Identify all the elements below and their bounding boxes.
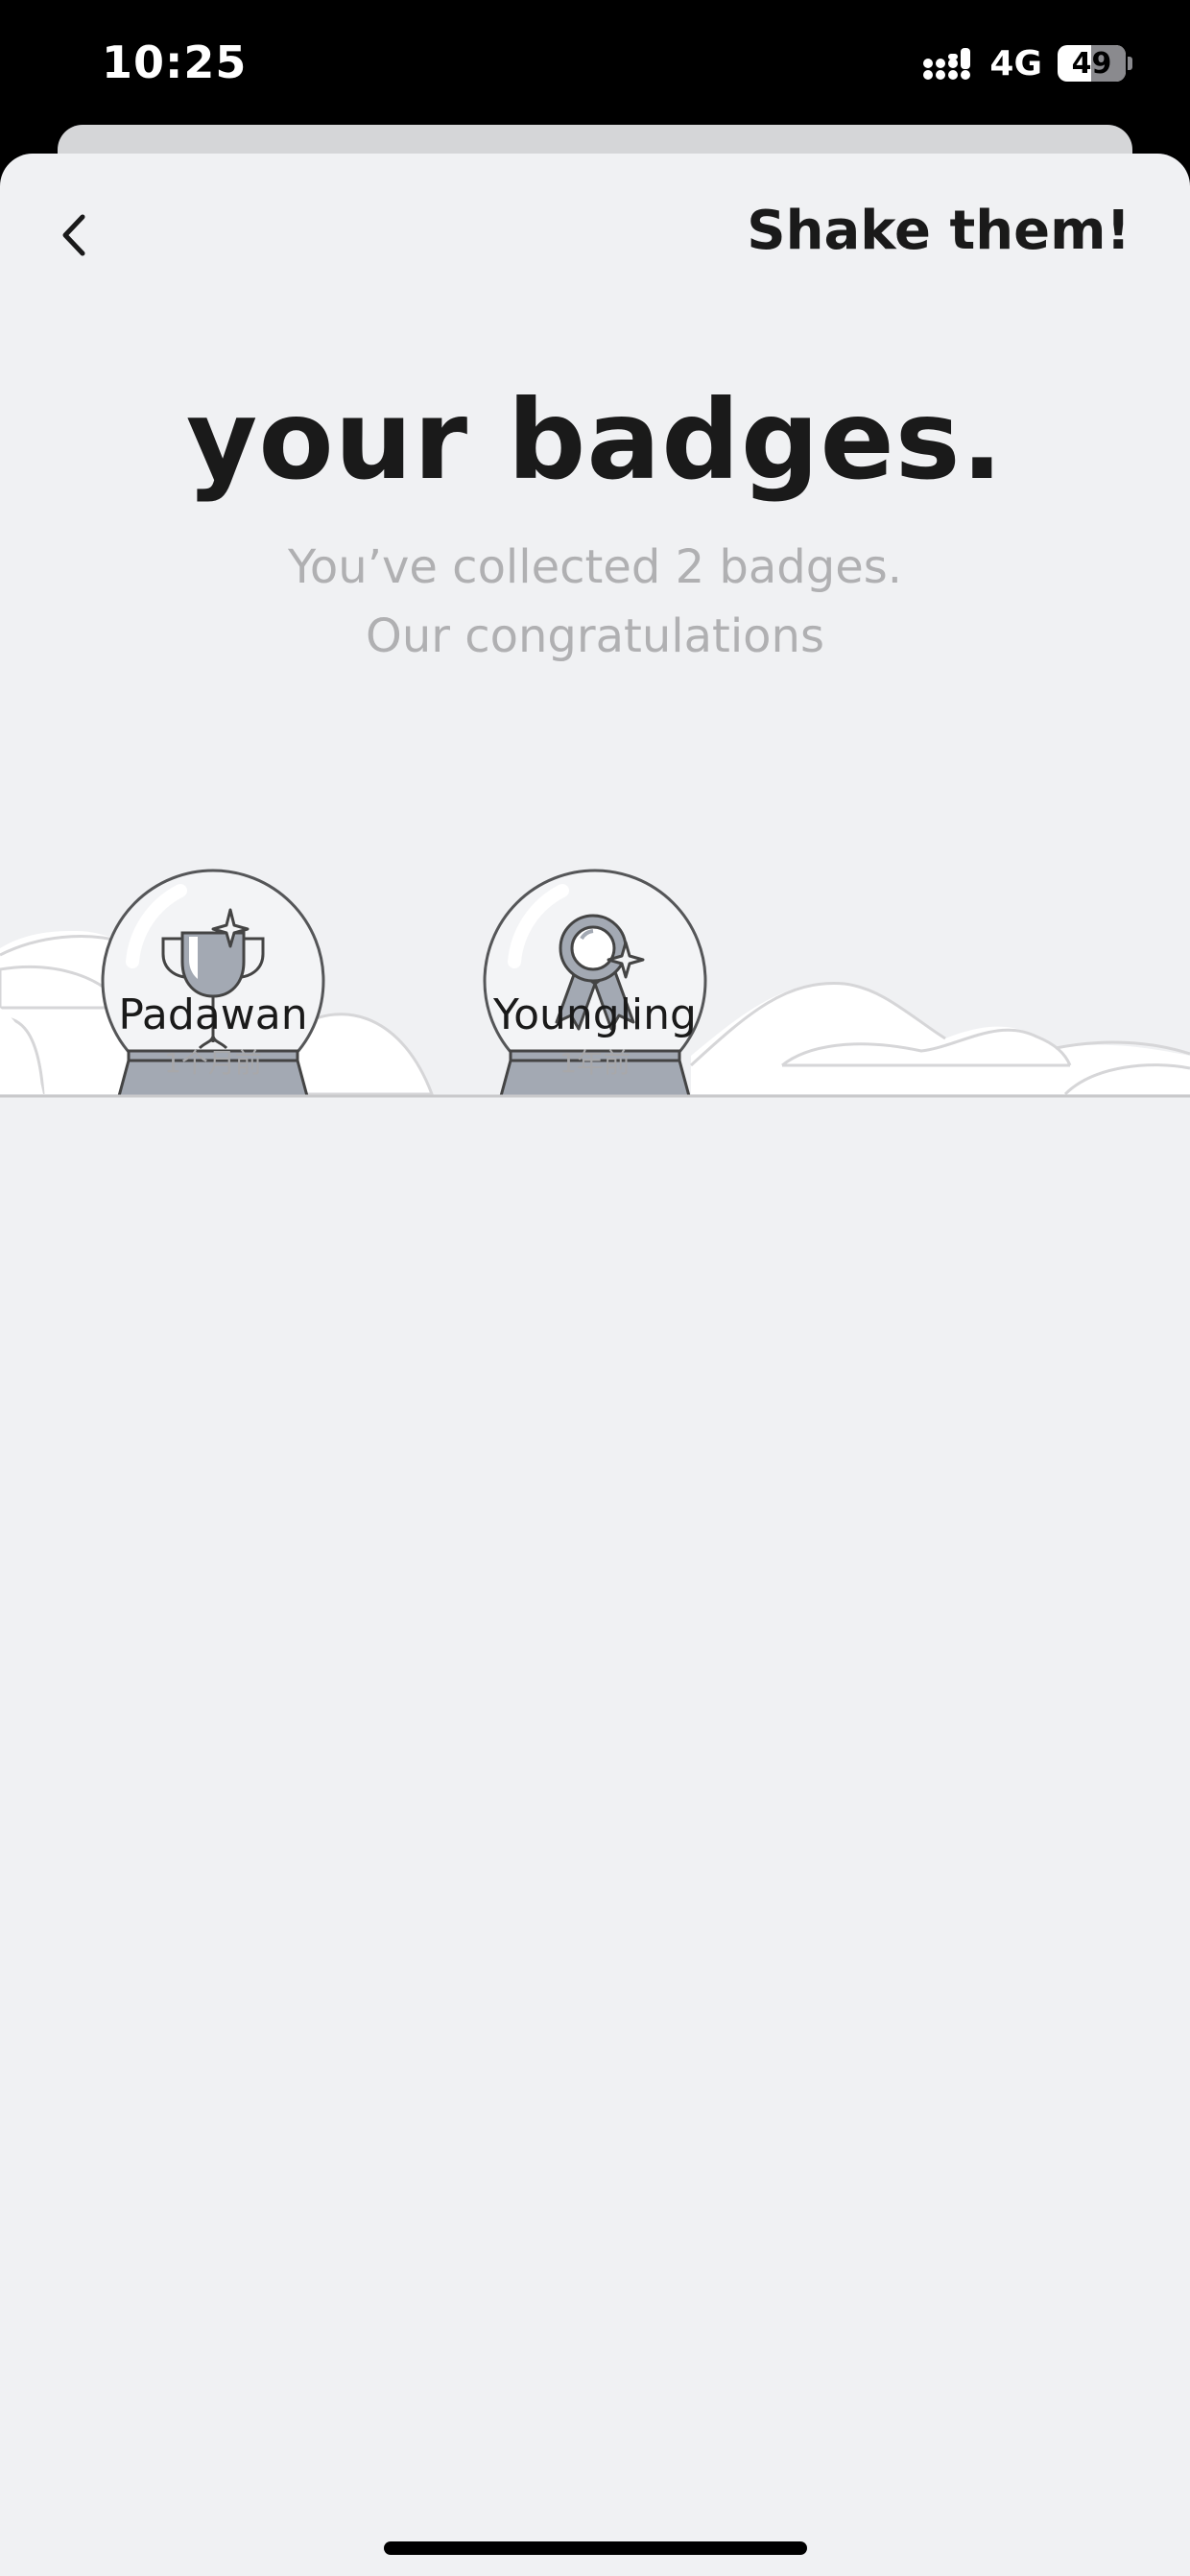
battery-icon: 49 [1058, 44, 1132, 83]
cellular-signal-icon [923, 48, 971, 80]
badge-item-youngling[interactable]: Youngling 1年前 [403, 989, 787, 1083]
badge-date: 1年前 [559, 1047, 631, 1079]
status-indicators: 4G 49 [922, 42, 1132, 84]
badge-item-padawan[interactable]: Padawan 1个月前 [21, 989, 405, 1083]
subtitle-line-1: You’ve collected 2 badges. [287, 540, 903, 594]
subtitle-line-2: Our congratulations [366, 609, 824, 663]
page-title: your badges. [186, 376, 1004, 504]
home-indicator[interactable] [384, 2541, 807, 2555]
badges-sheet: Shake them! your badges. You’ve collecte… [0, 154, 1190, 2576]
battery-percentage: 49 [1071, 46, 1112, 81]
network-type: 4G [989, 43, 1042, 83]
chevron-left-icon [62, 214, 85, 256]
status-time: 10:25 [102, 36, 248, 88]
status-bar: 10:25 4G 49 [0, 0, 1190, 130]
badge-name: Padawan [118, 990, 308, 1039]
page-subtitle: You’ve collected 2 badges. Our congratul… [0, 533, 1190, 671]
badge-name: Youngling [493, 990, 697, 1039]
back-button[interactable] [50, 206, 98, 264]
badge-date: 1个月前 [164, 1047, 262, 1079]
shake-them-button[interactable]: Shake them! [747, 200, 1130, 262]
